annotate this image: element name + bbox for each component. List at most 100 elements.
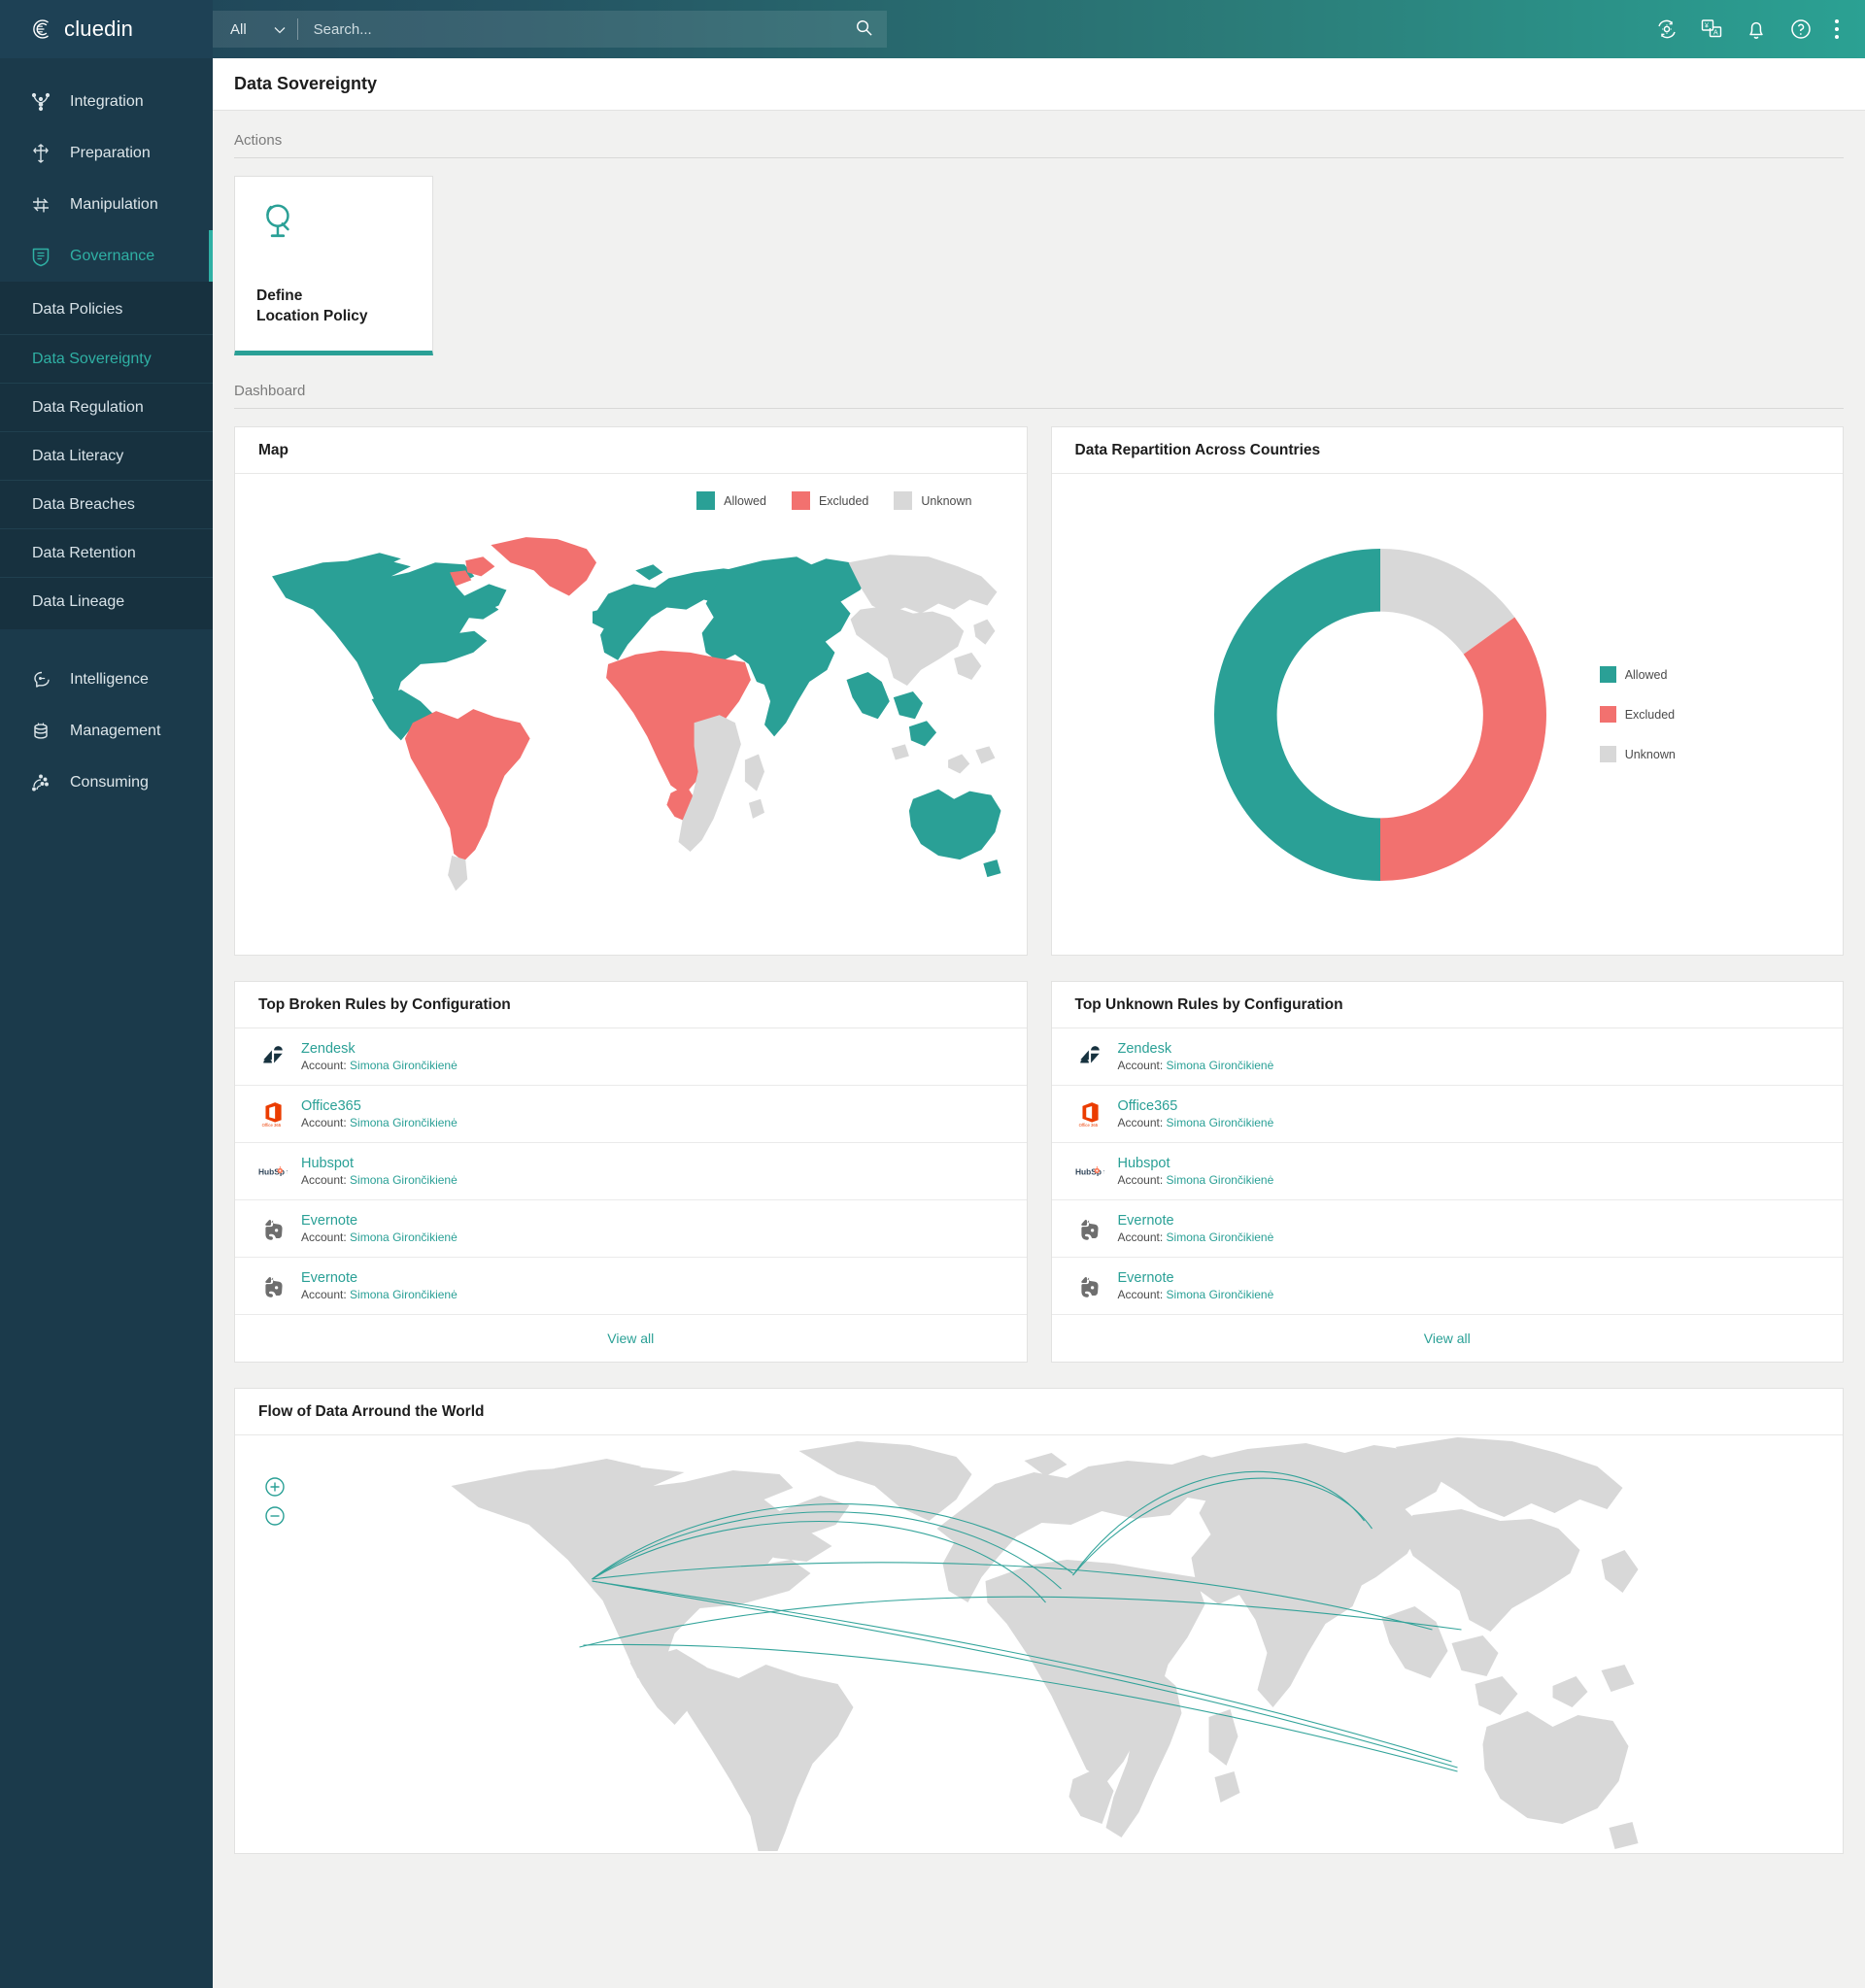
evernote-logo-icon bbox=[258, 1271, 288, 1300]
table-row[interactable]: Evernote Account: Simona Girončikienė bbox=[1051, 1258, 1843, 1315]
account-name-link[interactable]: Simona Girončikienė bbox=[1167, 1116, 1274, 1129]
rule-provider-link[interactable]: Zendesk bbox=[1118, 1041, 1274, 1057]
hubspot-logo-icon: HubSp t bbox=[1075, 1157, 1104, 1186]
account-name-link[interactable]: Simona Girončikienė bbox=[350, 1059, 458, 1072]
section-actions-label: Actions bbox=[234, 111, 1844, 158]
action-label-line-2: Location Policy bbox=[256, 308, 368, 325]
sidebar-item-data-regulation[interactable]: Data Regulation bbox=[0, 383, 213, 431]
sidebar-item-data-sovereignty[interactable]: Data Sovereignty bbox=[0, 334, 213, 383]
account-name-link[interactable]: Simona Girončikienė bbox=[350, 1230, 458, 1244]
zendesk-logo-icon bbox=[258, 1042, 288, 1071]
flow-of-data-card: Flow of Data Arround the World bbox=[234, 1388, 1844, 1854]
office365-logo-icon: Office 365 bbox=[258, 1099, 288, 1129]
donut-slice-allowed[interactable] bbox=[1213, 548, 1380, 881]
account-name-link[interactable]: Simona Girončikienė bbox=[1167, 1230, 1274, 1244]
account-prefix: Account: bbox=[301, 1059, 347, 1072]
search-submit-button[interactable] bbox=[840, 11, 887, 48]
rule-provider-link[interactable]: Evernote bbox=[1118, 1270, 1274, 1286]
table-row[interactable]: Zendesk Account: Simona Girončikienė bbox=[1051, 1028, 1843, 1086]
rule-account: Account: Simona Girončikienė bbox=[1118, 1288, 1274, 1301]
content-scroll: Actions Define Location Policy Dashboard… bbox=[213, 111, 1865, 1988]
language-icon[interactable]: ¥ A bbox=[1700, 17, 1723, 41]
dashboard-row-1: Map Allowed Excluded Unknown Data Repart… bbox=[234, 426, 1844, 956]
body: Integration Preparation Manipulation Gov… bbox=[0, 58, 1865, 1988]
legend-item-unknown: Unknown bbox=[1599, 746, 1676, 762]
zoom-out-icon[interactable] bbox=[264, 1505, 286, 1527]
sidebar-item-integration[interactable]: Integration bbox=[0, 76, 213, 127]
sidebar-item-label: Management bbox=[70, 722, 161, 739]
flow-card-body bbox=[235, 1435, 1843, 1853]
broken-rules-header: Top Broken Rules by Configuration bbox=[235, 982, 1027, 1028]
sidebar-item-preparation[interactable]: Preparation bbox=[0, 127, 213, 179]
search-scope-label: All bbox=[230, 20, 247, 38]
account-name-link[interactable]: Simona Girončikienė bbox=[350, 1173, 458, 1187]
more-menu-icon[interactable] bbox=[1834, 17, 1840, 41]
define-location-policy-label: Define Location Policy bbox=[256, 286, 411, 327]
sidebar-item-data-retention[interactable]: Data Retention bbox=[0, 528, 213, 577]
table-row[interactable]: HubSp t Hubspot Account: Simona Girončik… bbox=[235, 1143, 1027, 1200]
rule-provider-link[interactable]: Evernote bbox=[1118, 1213, 1274, 1229]
flow-world-map[interactable] bbox=[235, 1435, 1843, 1853]
rule-texts: Office365 Account: Simona Girončikienė bbox=[301, 1098, 458, 1129]
sidebar-item-data-literacy[interactable]: Data Literacy bbox=[0, 431, 213, 480]
sync-settings-icon[interactable] bbox=[1655, 17, 1678, 41]
search-icon bbox=[855, 18, 873, 40]
account-prefix: Account: bbox=[301, 1116, 347, 1129]
search-input[interactable] bbox=[297, 11, 840, 48]
sidebar-item-governance[interactable]: Governance bbox=[0, 230, 213, 282]
rule-provider-link[interactable]: Evernote bbox=[301, 1213, 458, 1229]
donut-chart[interactable] bbox=[1196, 530, 1565, 899]
sidebar-item-manipulation[interactable]: Manipulation bbox=[0, 179, 213, 230]
table-row[interactable]: HubSp t Hubspot Account: Simona Girončik… bbox=[1051, 1143, 1843, 1200]
sidebar-item-label: Intelligence bbox=[70, 670, 149, 688]
sidebar-item-label: Governance bbox=[70, 247, 155, 264]
define-location-policy-card[interactable]: Define Location Policy bbox=[234, 176, 433, 355]
table-row[interactable]: Office 365 Office365 Account: Simona Gir… bbox=[235, 1086, 1027, 1143]
view-all-unknown-rules-link[interactable]: View all bbox=[1052, 1315, 1844, 1362]
rule-texts: Evernote Account: Simona Girončikienė bbox=[1118, 1270, 1274, 1301]
rule-provider-link[interactable]: Evernote bbox=[301, 1270, 458, 1286]
account-name-link[interactable]: Simona Girončikienė bbox=[1167, 1059, 1274, 1072]
sidebar-item-label: Integration bbox=[70, 92, 144, 110]
account-name-link[interactable]: Simona Girončikienė bbox=[350, 1288, 458, 1301]
donut-slice-excluded[interactable] bbox=[1379, 616, 1546, 881]
table-row[interactable]: Evernote Account: Simona Girončikienė bbox=[235, 1258, 1027, 1315]
legend-label-allowed: Allowed bbox=[724, 493, 766, 508]
svg-text:HubSp t: HubSp t bbox=[258, 1167, 288, 1177]
sidebar-item-intelligence[interactable]: Intelligence bbox=[0, 654, 213, 705]
sidebar-item-data-lineage[interactable]: Data Lineage bbox=[0, 577, 213, 625]
sidebar-item-consuming[interactable]: Consuming bbox=[0, 757, 213, 808]
view-all-broken-rules-link[interactable]: View all bbox=[235, 1315, 1027, 1362]
sidebar-item-data-policies[interactable]: Data Policies bbox=[0, 286, 213, 334]
rule-account: Account: Simona Girončikienė bbox=[1118, 1173, 1274, 1187]
rule-account: Account: Simona Girončikienė bbox=[1118, 1116, 1274, 1129]
office365-logo-icon: Office 365 bbox=[1075, 1099, 1104, 1129]
account-name-link[interactable]: Simona Girončikienė bbox=[350, 1116, 458, 1129]
actions-row: Define Location Policy bbox=[234, 176, 1844, 355]
sidebar-item-management[interactable]: Management bbox=[0, 705, 213, 757]
broken-rules-list: Zendesk Account: Simona Girončikienė Off… bbox=[235, 1028, 1027, 1362]
rule-provider-link[interactable]: Hubspot bbox=[1118, 1156, 1274, 1171]
search-scope-selector[interactable]: All bbox=[213, 11, 297, 48]
table-row[interactable]: Zendesk Account: Simona Girončikienė bbox=[235, 1028, 1027, 1086]
rule-provider-link[interactable]: Office365 bbox=[301, 1098, 458, 1114]
rule-texts: Zendesk Account: Simona Girončikienė bbox=[301, 1041, 458, 1072]
rule-provider-link[interactable]: Hubspot bbox=[301, 1156, 458, 1171]
zoom-in-icon[interactable] bbox=[264, 1476, 286, 1498]
help-icon[interactable] bbox=[1789, 17, 1813, 41]
legend-swatch-unknown bbox=[894, 491, 913, 510]
choropleth-world-map[interactable] bbox=[235, 510, 1027, 935]
account-name-link[interactable]: Simona Girončikienė bbox=[1167, 1288, 1274, 1301]
evernote-logo-icon bbox=[1075, 1271, 1104, 1300]
sidebar-item-data-breaches[interactable]: Data Breaches bbox=[0, 480, 213, 528]
account-name-link[interactable]: Simona Girončikienė bbox=[1167, 1173, 1274, 1187]
table-row[interactable]: Evernote Account: Simona Girončikienė bbox=[235, 1200, 1027, 1258]
rule-provider-link[interactable]: Office365 bbox=[1118, 1098, 1274, 1114]
notifications-bell-icon[interactable] bbox=[1745, 17, 1768, 41]
rule-provider-link[interactable]: Zendesk bbox=[301, 1041, 458, 1057]
table-row[interactable]: Evernote Account: Simona Girončikienė bbox=[1051, 1200, 1843, 1258]
hubspot-logo-icon: HubSp t bbox=[258, 1157, 288, 1186]
brand[interactable]: cluedin bbox=[0, 0, 213, 58]
table-row[interactable]: Office 365 Office365 Account: Simona Gir… bbox=[1051, 1086, 1843, 1143]
integration-icon bbox=[29, 90, 52, 114]
